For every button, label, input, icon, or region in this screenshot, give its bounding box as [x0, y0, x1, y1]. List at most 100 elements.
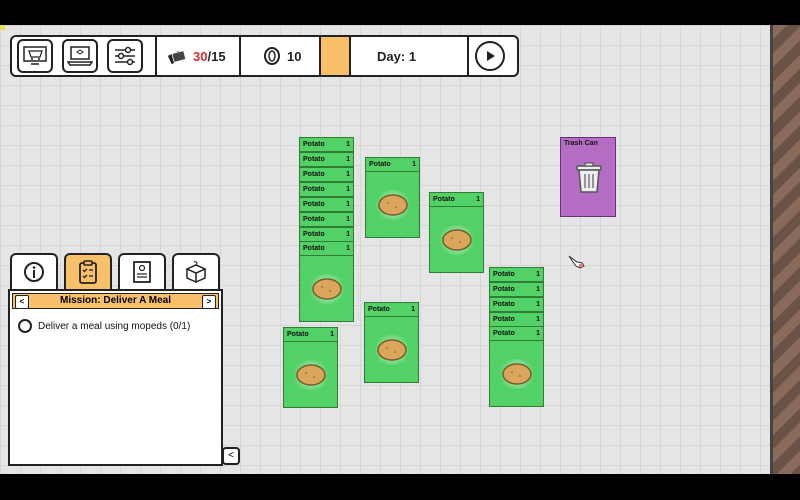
- potato-card[interactable]: Potato 1: [489, 326, 544, 407]
- card-count: 1: [536, 271, 540, 278]
- potato-card[interactable]: Potato 1: [429, 192, 484, 273]
- game-screen: 30/15 10 Day: 1 Potato 1 Potato 1 Potato 1 …: [0, 0, 800, 500]
- mystery-box-icon: [185, 261, 207, 284]
- card-count: 1: [346, 171, 350, 178]
- card-header: Potato 1: [300, 213, 353, 227]
- day-display: Day: 1: [377, 49, 416, 64]
- task-text: Deliver a meal using mopeds (0/1): [38, 320, 191, 332]
- card-title: Potato: [287, 331, 309, 338]
- card-art: [284, 342, 337, 407]
- shop-cart-icon: [23, 46, 47, 65]
- potato-card[interactable]: Potato 1: [489, 267, 544, 282]
- mission-task: Deliver a meal using mopeds (0/1): [18, 319, 190, 333]
- mission-title: Mission: Deliver A Meal: [60, 295, 171, 306]
- potato-card[interactable]: Potato 1: [365, 157, 420, 238]
- card-header: Potato 1: [430, 193, 483, 207]
- next-mission-button[interactable]: >: [202, 295, 216, 309]
- card-title: Potato: [303, 245, 325, 252]
- settings-button[interactable]: [107, 39, 143, 73]
- tab-packs[interactable]: [172, 253, 220, 289]
- card-count: 1: [346, 201, 350, 208]
- tab-recipes[interactable]: [118, 253, 166, 289]
- card-count: 1: [346, 141, 350, 148]
- board-edge: [770, 25, 800, 474]
- potato-card[interactable]: Potato 1: [364, 302, 419, 383]
- potato-card[interactable]: Potato 1: [489, 282, 544, 297]
- card-art: [430, 207, 483, 272]
- potato-card[interactable]: Potato 1: [299, 137, 354, 152]
- card-art: [490, 341, 543, 406]
- card-header: Potato 1: [490, 298, 543, 312]
- potato-icon: [377, 193, 408, 216]
- hand-cursor-icon: [568, 255, 585, 269]
- card-title: Potato: [493, 330, 515, 337]
- potato-card[interactable]: Potato 1: [299, 212, 354, 227]
- prev-mission-button[interactable]: <: [15, 295, 29, 309]
- card-count: 1: [330, 331, 334, 338]
- card-title: Potato: [493, 316, 515, 323]
- trash-card-title: Trash Can: [564, 140, 598, 147]
- card-count: 1: [476, 196, 480, 203]
- card-header: Potato 1: [300, 168, 353, 182]
- potato-card[interactable]: Potato 1: [489, 297, 544, 312]
- computer-button[interactable]: [62, 39, 98, 73]
- card-count: 1: [346, 216, 350, 223]
- tab-info[interactable]: [10, 253, 58, 289]
- card-title: Potato: [303, 201, 325, 208]
- shop-button[interactable]: [17, 39, 53, 73]
- card-title: Potato: [303, 231, 325, 238]
- potato-card[interactable]: Potato 1: [299, 182, 354, 197]
- card-art: [365, 317, 418, 382]
- card-title: Potato: [493, 271, 515, 278]
- day-value: 1: [408, 49, 417, 64]
- potato-card[interactable]: Potato 1: [299, 152, 354, 167]
- card-count: 1: [346, 245, 350, 252]
- card-header: Potato 1: [300, 198, 353, 212]
- top-bar: 30/15 10 Day: 1: [10, 35, 519, 77]
- potato-icon: [311, 277, 342, 300]
- card-header: Potato 1: [300, 242, 353, 256]
- card-header: Potato 1: [284, 328, 337, 342]
- potato-card[interactable]: Potato 1: [299, 227, 354, 242]
- potato-card[interactable]: Potato 1: [283, 327, 338, 408]
- card-header: Potato 1: [300, 183, 353, 197]
- potato-card[interactable]: Potato 1: [299, 197, 354, 212]
- card-count: 1: [412, 161, 416, 168]
- coin-icon: [264, 47, 280, 65]
- tab-missions[interactable]: [64, 253, 112, 289]
- coin-counter: 10: [287, 49, 302, 64]
- potato-icon: [295, 363, 326, 386]
- potato-card[interactable]: Potato 1: [299, 167, 354, 182]
- potato-icon: [441, 228, 472, 251]
- card-count: 1: [536, 330, 540, 337]
- card-header: Potato 1: [490, 283, 543, 297]
- card-count: 1: [346, 231, 350, 238]
- mission-header: < Mission: Deliver A Meal >: [12, 293, 219, 309]
- potato-card[interactable]: Potato 1: [489, 312, 544, 327]
- card-art: [300, 256, 353, 321]
- collapse-panel-button[interactable]: <: [222, 447, 240, 465]
- card-header: Potato 1: [300, 228, 353, 242]
- play-icon: [487, 51, 495, 61]
- trash-can-card[interactable]: Trash Can: [560, 137, 616, 217]
- potato-card[interactable]: Potato 1: [299, 241, 354, 322]
- cards-icon: [167, 50, 187, 65]
- play-button[interactable]: [475, 41, 505, 71]
- card-count: 1: [536, 316, 540, 323]
- card-title: Potato: [303, 141, 325, 148]
- card-count: 1: [411, 306, 415, 313]
- card-header: Potato 1: [490, 327, 543, 341]
- card-header: Potato 1: [490, 268, 543, 282]
- mission-panel-body: < Mission: Deliver A Meal > Deliver a me…: [8, 289, 223, 466]
- separator: [467, 37, 469, 75]
- card-header: Potato 1: [365, 303, 418, 317]
- card-art: [366, 172, 419, 237]
- task-status-circle-icon: [18, 319, 32, 333]
- day-progress-bar: [321, 37, 349, 75]
- card-count: 1: [346, 186, 350, 193]
- mission-panel: < Mission: Deliver A Meal > Deliver a me…: [8, 253, 223, 466]
- clipboard-checklist-icon: [79, 260, 97, 284]
- laptop-icon: [67, 46, 93, 66]
- card-counter: 30/15: [193, 49, 226, 64]
- corner-marker: [0, 25, 5, 30]
